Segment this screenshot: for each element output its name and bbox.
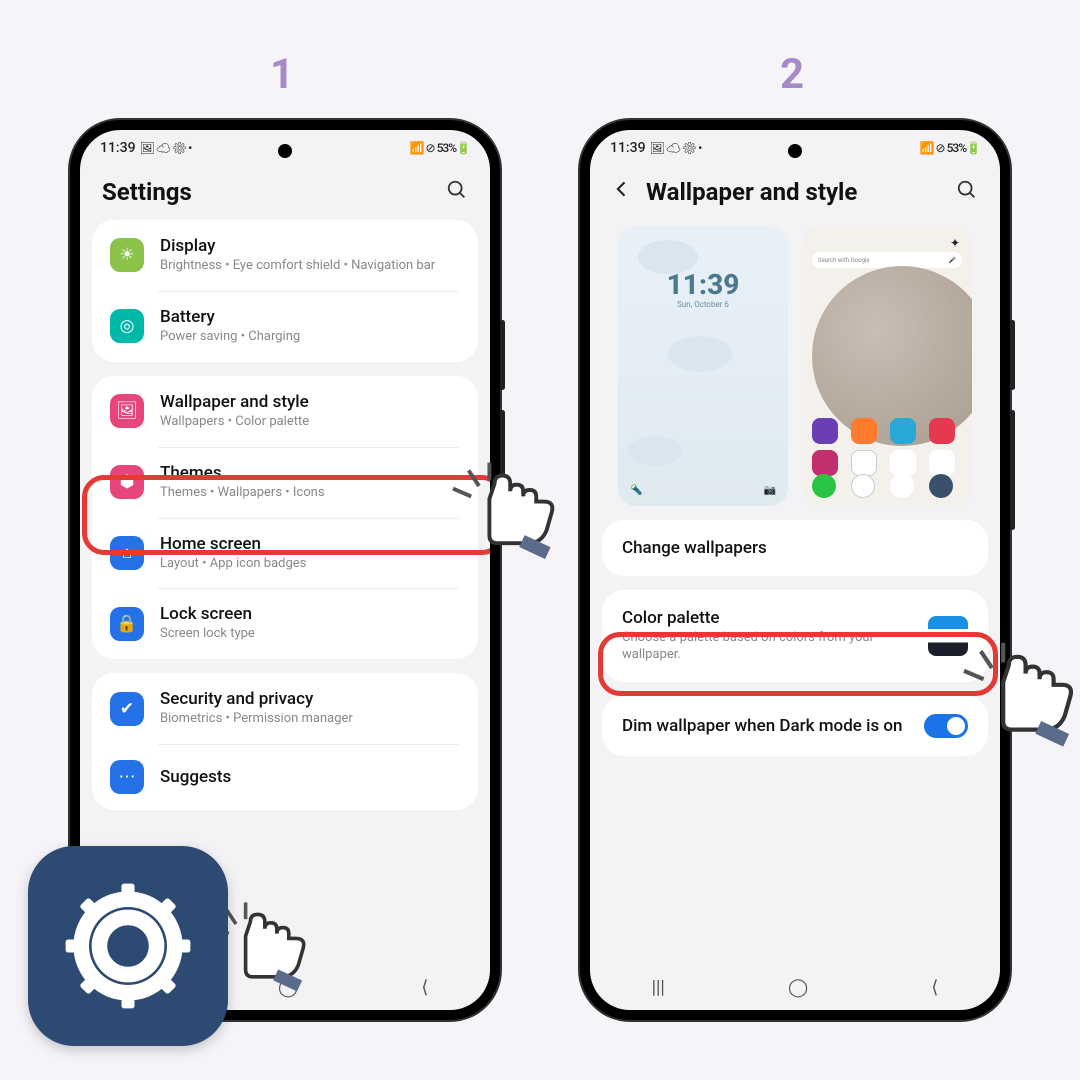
step-1-label: 1 (270, 50, 294, 99)
back-icon[interactable] (612, 179, 632, 205)
settings-row-lock[interactable]: 🔒 Lock screen Screen lock type (92, 588, 478, 659)
row-sub: Layout • App icon badges (160, 556, 460, 573)
row-title: Themes (160, 463, 460, 483)
status-left-icons: 🖼 ☁ ⚙ • (650, 141, 702, 155)
nav-back[interactable]: ⟨ (931, 977, 938, 998)
themes-icon: ⬢ (110, 465, 144, 499)
lock-icon: 🔒 (110, 607, 144, 641)
status-right-icons: 📶 ⊘ 53%🔋 (920, 141, 980, 155)
row-sub: Wallpapers • Color palette (160, 414, 460, 431)
page-title: Settings (102, 178, 446, 206)
row-sub: Screen lock type (160, 626, 460, 643)
palette-thumb-icon (928, 616, 968, 656)
lock-time: 11:39 (618, 268, 788, 301)
gear-icon (63, 881, 193, 1011)
battery-icon: ◎ (110, 309, 144, 343)
screen-2: 11:39 🖼 ☁ ⚙ • 📶 ⊘ 53%🔋 Wallpaper and sty… (590, 130, 1000, 1010)
step-2-label: 2 (780, 50, 804, 99)
header: Settings (80, 160, 490, 220)
row-sub: Themes • Wallpapers • Icons (160, 485, 460, 502)
camera-notch (278, 144, 292, 158)
settings-card-1: ☀ Display Brightness • Eye comfort shiel… (92, 220, 478, 362)
search-icon[interactable] (446, 179, 468, 206)
status-time: 11:39 (610, 140, 646, 156)
settings-row-themes[interactable]: ⬢ Themes Themes • Wallpapers • Icons (92, 447, 478, 518)
settings-app-icon[interactable] (28, 846, 228, 1046)
wallpaper-previews: 11:39 Sun, October 6 🔦📷 ✦✦ Search with G… (590, 220, 1000, 520)
nav-bar: ||| ◯ ⟨ (590, 964, 1000, 1010)
security-icon: ✔ (110, 692, 144, 726)
dim-toggle[interactable] (924, 714, 968, 738)
nav-home[interactable]: ◯ (278, 977, 298, 998)
row-title: Wallpaper and style (160, 392, 460, 412)
settings-row-partial[interactable]: ⋯ Suggests (92, 744, 478, 810)
status-right-icons: 📶 ⊘ 53%🔋 (410, 141, 470, 155)
search-icon[interactable] (956, 179, 978, 206)
nav-back[interactable]: ⟨ (421, 977, 428, 998)
row-title: Security and privacy (160, 689, 460, 709)
row-title: Home screen (160, 534, 460, 554)
color-palette-row[interactable]: Color palette Choose a palette based on … (602, 590, 988, 682)
display-icon: ☀ (110, 238, 144, 272)
row-title: Battery (160, 307, 460, 327)
lock-date: Sun, October 6 (618, 300, 788, 309)
search-pill: Search with Google🎤 (812, 252, 962, 268)
settings-row-display[interactable]: ☀ Display Brightness • Eye comfort shiel… (92, 220, 478, 291)
settings-row-security[interactable]: ✔ Security and privacy Biometrics • Perm… (92, 673, 478, 744)
settings-row-home[interactable]: ⌂ Home screen Layout • App icon badges (92, 518, 478, 589)
row-title: Display (160, 236, 460, 256)
change-wallpapers-row[interactable]: Change wallpapers (602, 520, 988, 576)
row-sub: Biometrics • Permission manager (160, 711, 460, 728)
settings-card-2: 🖼 Wallpaper and style Wallpapers • Color… (92, 376, 478, 660)
camera-notch (788, 144, 802, 158)
status-left-icons: 🖼 ☁ ⚙ • (140, 141, 192, 155)
wallpaper-icon: 🖼 (110, 394, 144, 428)
row-title: Suggests (160, 767, 460, 787)
partial-icon: ⋯ (110, 760, 144, 794)
page-title: Wallpaper and style (646, 178, 956, 206)
row-sub: Choose a palette based on colors from yo… (622, 630, 916, 664)
settings-row-battery[interactable]: ◎ Battery Power saving • Charging (92, 291, 478, 362)
row-text: Display Brightness • Eye comfort shield … (160, 236, 460, 275)
home-screen-preview[interactable]: ✦✦ Search with Google🎤 (802, 226, 972, 506)
header: Wallpaper and style (590, 160, 1000, 220)
row-title: Lock screen (160, 604, 460, 624)
row-title: Change wallpapers (622, 538, 968, 558)
lock-screen-preview[interactable]: 11:39 Sun, October 6 🔦📷 (618, 226, 788, 506)
row-title: Color palette (622, 608, 916, 628)
settings-card-3: ✔ Security and privacy Biometrics • Perm… (92, 673, 478, 810)
settings-row-wallpaper[interactable]: 🖼 Wallpaper and style Wallpapers • Color… (92, 376, 478, 447)
row-sub: Power saving • Charging (160, 329, 460, 346)
row-sub: Brightness • Eye comfort shield • Naviga… (160, 258, 460, 275)
row-title: Dim wallpaper when Dark mode is on (622, 716, 912, 736)
nav-home[interactable]: ◯ (788, 977, 808, 998)
phone-frame-2: 11:39 🖼 ☁ ⚙ • 📶 ⊘ 53%🔋 Wallpaper and sty… (580, 120, 1010, 1020)
status-time: 11:39 (100, 140, 136, 156)
home-icon: ⌂ (110, 536, 144, 570)
nav-recents[interactable]: ||| (652, 977, 665, 998)
dim-wallpaper-row[interactable]: Dim wallpaper when Dark mode is on (602, 696, 988, 756)
